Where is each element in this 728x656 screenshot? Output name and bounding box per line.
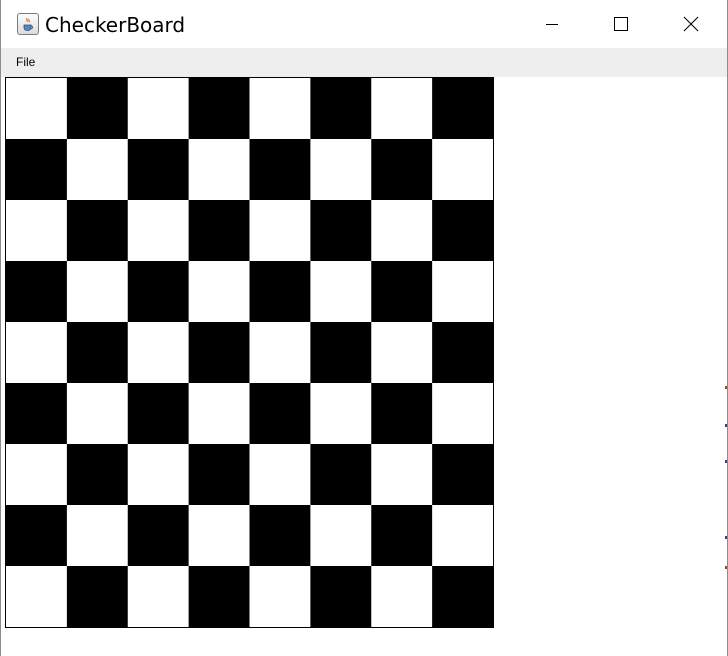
board-square-light[interactable]: [188, 505, 251, 567]
board-square-light[interactable]: [432, 505, 493, 567]
board-square-light[interactable]: [249, 566, 311, 627]
checkerboard-window: CheckerBoard File: [0, 0, 728, 656]
close-button[interactable]: [656, 0, 726, 48]
minimize-button[interactable]: [517, 0, 587, 48]
board-square-light[interactable]: [310, 261, 372, 323]
board-square-light[interactable]: [66, 505, 129, 567]
board-square-dark[interactable]: [249, 261, 311, 323]
title-bar[interactable]: CheckerBoard: [1, 0, 727, 48]
board-square-dark[interactable]: [127, 505, 190, 567]
board-square-light[interactable]: [127, 444, 190, 506]
board-square-light[interactable]: [432, 261, 493, 323]
board-square-light[interactable]: [188, 383, 251, 445]
board-square-light[interactable]: [371, 322, 433, 384]
edge-artifact: [725, 460, 727, 463]
board-square-dark[interactable]: [371, 261, 433, 323]
board-square-light[interactable]: [371, 78, 433, 140]
board-square-light[interactable]: [6, 444, 68, 506]
board-square-light[interactable]: [310, 505, 372, 567]
board-square-light[interactable]: [6, 78, 68, 140]
minimize-icon: [546, 24, 558, 25]
board-square-light[interactable]: [310, 139, 372, 201]
edge-artifact: [725, 566, 727, 569]
board-square-dark[interactable]: [310, 200, 372, 262]
board-square-dark[interactable]: [432, 444, 493, 506]
board-square-dark[interactable]: [310, 444, 372, 506]
board-square-dark[interactable]: [249, 505, 311, 567]
close-icon: [683, 16, 699, 32]
board-square-light[interactable]: [432, 383, 493, 445]
board-square-dark[interactable]: [249, 139, 311, 201]
menu-bar: File: [1, 48, 727, 77]
board-square-dark[interactable]: [66, 78, 129, 140]
board-square-dark[interactable]: [188, 322, 251, 384]
edge-artifact: [725, 386, 727, 389]
board-square-dark[interactable]: [432, 200, 493, 262]
board-square-dark[interactable]: [432, 322, 493, 384]
board-square-dark[interactable]: [188, 78, 251, 140]
board-square-light[interactable]: [6, 566, 68, 627]
menu-file[interactable]: File: [9, 53, 42, 72]
board-square-dark[interactable]: [127, 139, 190, 201]
board-square-light[interactable]: [249, 444, 311, 506]
board-square-dark[interactable]: [371, 505, 433, 567]
board-square-dark[interactable]: [6, 383, 68, 445]
board-square-light[interactable]: [371, 444, 433, 506]
board-square-dark[interactable]: [6, 505, 68, 567]
board-square-dark[interactable]: [66, 566, 129, 627]
board-square-light[interactable]: [66, 261, 129, 323]
board-square-light[interactable]: [66, 139, 129, 201]
board-square-dark[interactable]: [310, 78, 372, 140]
board-square-dark[interactable]: [249, 383, 311, 445]
board-square-light[interactable]: [249, 200, 311, 262]
board-square-light[interactable]: [371, 566, 433, 627]
board-square-dark[interactable]: [127, 383, 190, 445]
board-square-light[interactable]: [249, 78, 311, 140]
checker-board[interactable]: [5, 77, 494, 628]
board-square-dark[interactable]: [6, 261, 68, 323]
board-square-light[interactable]: [66, 383, 129, 445]
board-square-dark[interactable]: [188, 200, 251, 262]
board-square-light[interactable]: [6, 200, 68, 262]
board-square-light[interactable]: [249, 322, 311, 384]
board-square-dark[interactable]: [432, 78, 493, 140]
maximize-button[interactable]: [586, 0, 656, 48]
board-square-dark[interactable]: [310, 566, 372, 627]
checker-board-grid: [6, 78, 493, 627]
board-square-dark[interactable]: [371, 139, 433, 201]
board-square-light[interactable]: [127, 566, 190, 627]
java-cup-icon: [17, 13, 39, 35]
board-square-light[interactable]: [127, 322, 190, 384]
board-square-light[interactable]: [188, 261, 251, 323]
board-square-dark[interactable]: [66, 200, 129, 262]
edge-artifact: [725, 424, 727, 427]
board-square-dark[interactable]: [66, 444, 129, 506]
window-title: CheckerBoard: [45, 13, 186, 37]
board-square-dark[interactable]: [188, 444, 251, 506]
content-pane: [1, 77, 727, 656]
board-square-light[interactable]: [188, 139, 251, 201]
board-square-dark[interactable]: [432, 566, 493, 627]
board-square-dark[interactable]: [371, 383, 433, 445]
board-square-dark[interactable]: [310, 322, 372, 384]
board-square-light[interactable]: [432, 139, 493, 201]
board-square-dark[interactable]: [127, 261, 190, 323]
board-square-light[interactable]: [310, 383, 372, 445]
maximize-icon: [614, 17, 628, 31]
board-square-dark[interactable]: [66, 322, 129, 384]
board-square-light[interactable]: [127, 78, 190, 140]
board-square-dark[interactable]: [6, 139, 68, 201]
edge-artifact: [725, 536, 727, 539]
board-square-light[interactable]: [127, 200, 190, 262]
board-square-dark[interactable]: [188, 566, 251, 627]
board-square-light[interactable]: [371, 200, 433, 262]
board-square-light[interactable]: [6, 322, 68, 384]
